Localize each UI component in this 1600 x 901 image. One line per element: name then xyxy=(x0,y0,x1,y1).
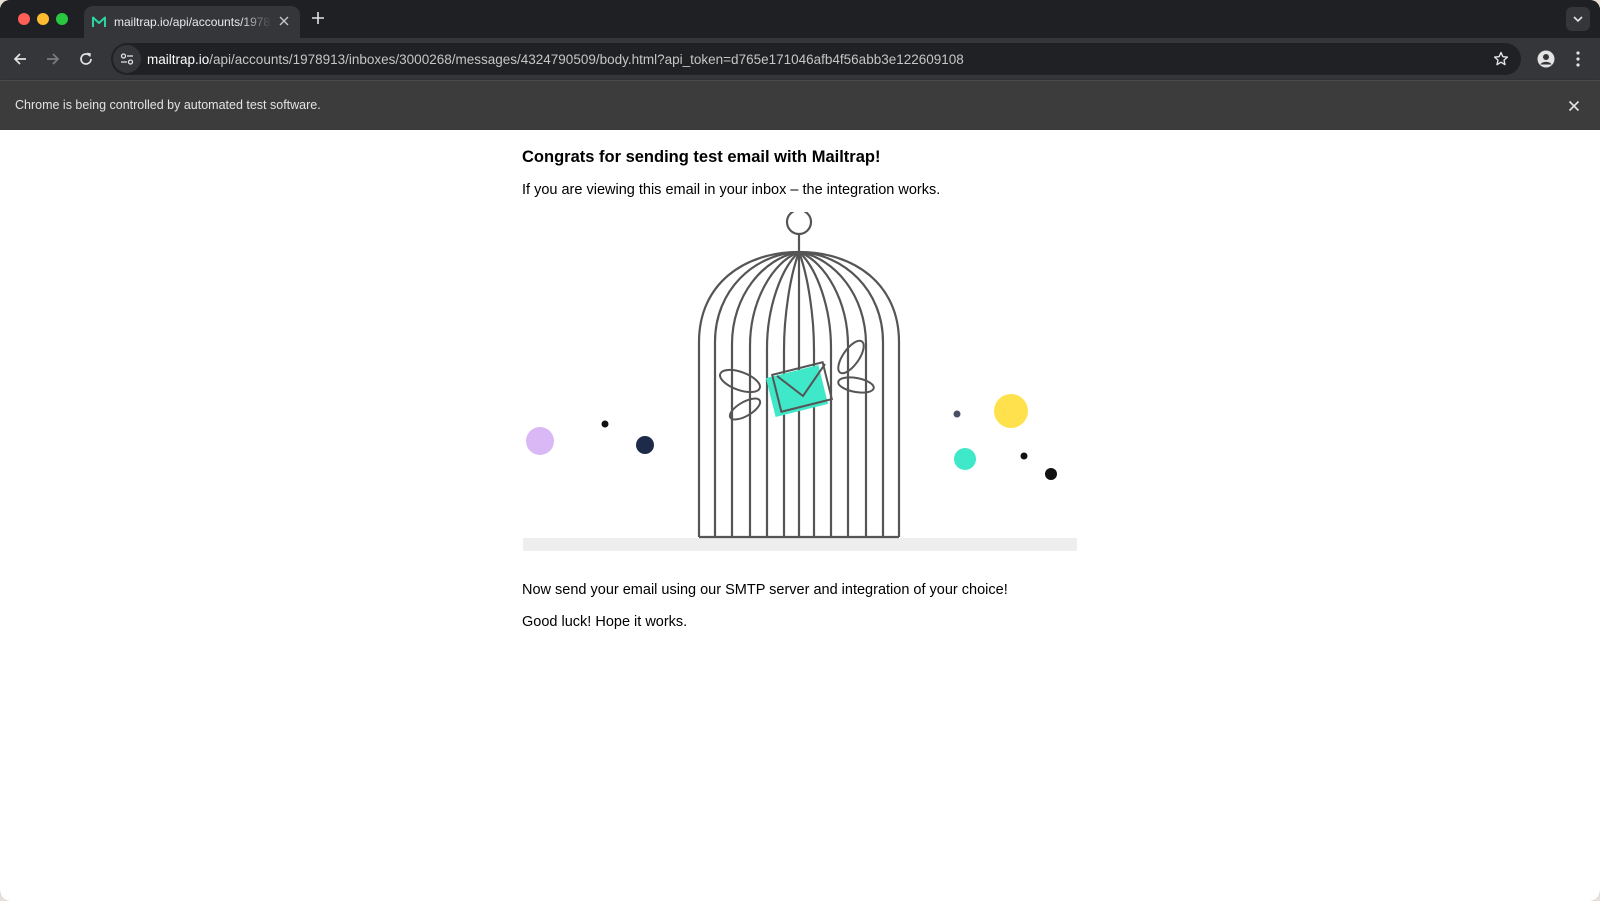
minimize-window-button[interactable] xyxy=(37,13,49,25)
active-tab[interactable]: mailtrap.io/api/accounts/1978913/inboxes… xyxy=(84,6,300,38)
reload-icon[interactable] xyxy=(74,47,98,71)
page-content: Congrats for sending test email with Mai… xyxy=(0,130,1600,901)
browser-window: mailtrap.io/api/accounts/1978913/inboxes… xyxy=(0,0,1600,901)
black-dot xyxy=(1045,468,1057,480)
infobar-message: Chrome is being controlled by automated … xyxy=(15,98,321,112)
star-icon[interactable] xyxy=(1491,49,1511,69)
address-bar[interactable]: mailtrap.io/api/accounts/1978913/inboxes… xyxy=(111,43,1521,75)
plus-icon[interactable] xyxy=(308,9,328,29)
chevron-down-icon[interactable] xyxy=(1566,7,1590,31)
close-icon[interactable] xyxy=(276,14,292,30)
tune-icon[interactable] xyxy=(113,45,141,73)
url-host: mailtrap.io xyxy=(147,51,210,67)
automation-infobar: Chrome is being controlled by automated … xyxy=(0,80,1600,130)
person-icon[interactable] xyxy=(1534,47,1558,71)
arrow-right-icon[interactable] xyxy=(41,47,65,71)
kebab-menu-icon[interactable] xyxy=(1566,47,1590,71)
teal-dot xyxy=(954,448,976,470)
email-intro: If you are viewing this email in your in… xyxy=(522,182,941,198)
email-title: Congrats for sending test email with Mai… xyxy=(522,148,881,166)
small-black-dot xyxy=(1020,452,1028,460)
url-text[interactable]: mailtrap.io/api/accounts/1978913/inboxes… xyxy=(147,52,964,67)
tab-strip: mailtrap.io/api/accounts/1978913/inboxes… xyxy=(0,0,1600,38)
small-grey-dot xyxy=(953,410,961,418)
ground-bar xyxy=(523,538,1077,551)
flying-envelope xyxy=(719,339,875,421)
toolbar: mailtrap.io/api/accounts/1978913/inboxes… xyxy=(0,38,1600,80)
mailtrap-m-icon xyxy=(92,15,106,29)
maximize-window-button[interactable] xyxy=(56,13,68,25)
close-icon[interactable] xyxy=(1564,96,1584,116)
yellow-dot xyxy=(994,394,1028,428)
close-window-button[interactable] xyxy=(18,13,30,25)
email-signoff: Good luck! Hope it works. xyxy=(522,614,688,630)
tab-title: mailtrap.io/api/accounts/1978913/inboxes… xyxy=(114,15,272,29)
email-instructions: Now send your email using our SMTP serve… xyxy=(522,582,1008,598)
small-black-dot xyxy=(601,420,609,428)
purple-dot xyxy=(526,427,554,455)
navy-dot xyxy=(636,436,654,454)
url-path: /api/accounts/1978913/inboxes/3000268/me… xyxy=(209,51,964,67)
arrow-left-icon[interactable] xyxy=(8,47,32,71)
